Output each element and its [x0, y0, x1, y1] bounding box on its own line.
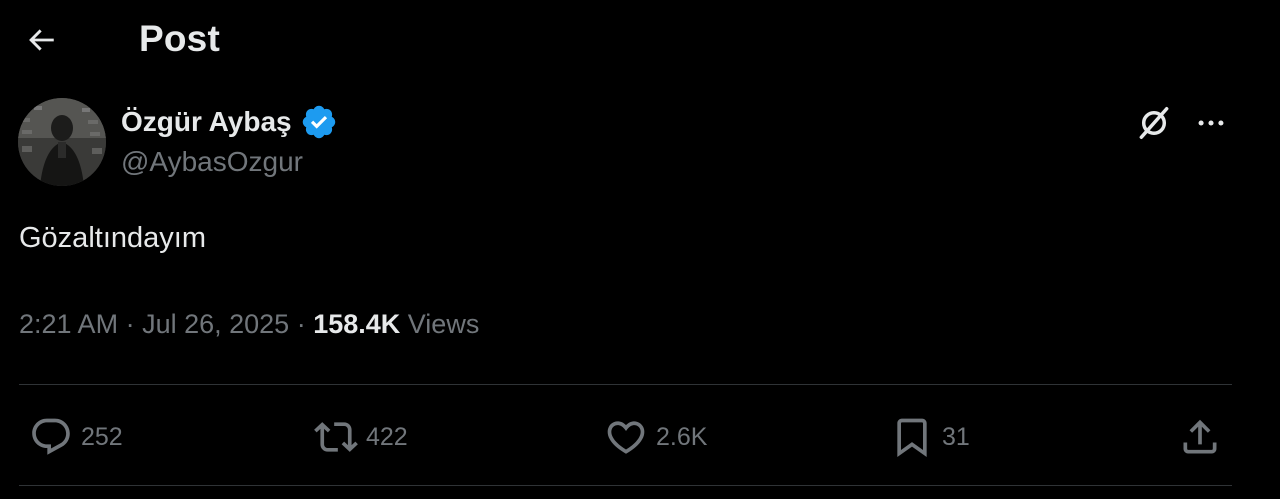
reply-count: 252 — [81, 422, 123, 451]
more-button[interactable] — [1190, 102, 1232, 144]
avatar[interactable] — [18, 98, 106, 186]
share-button[interactable] — [1178, 415, 1222, 459]
page-title: Post — [139, 18, 220, 59]
bookmark-button[interactable]: 31 — [890, 415, 970, 459]
repost-icon — [314, 422, 358, 452]
bookmark-count: 31 — [942, 422, 970, 451]
reply-icon — [32, 418, 70, 455]
post-page: Post Özgür Aybaş @AybasOzgur Gözaltınday… — [0, 0, 1280, 499]
action-bar: 252 422 2.6K 31 — [0, 405, 1280, 469]
author-name[interactable]: Özgür Aybaş — [121, 103, 338, 141]
divider — [19, 485, 1232, 486]
reply-button[interactable]: 252 — [29, 415, 123, 459]
grok-button[interactable] — [1133, 102, 1175, 144]
more-icon — [1198, 120, 1224, 126]
verified-badge-icon[interactable] — [300, 103, 338, 141]
repost-button[interactable]: 422 — [314, 415, 408, 459]
heart-icon — [607, 421, 645, 454]
header: Post — [0, 0, 1280, 80]
like-button[interactable]: 2.6K — [604, 415, 707, 459]
like-count: 2.6K — [656, 422, 708, 451]
tweet-time[interactable]: 2:21 AM — [19, 309, 118, 339]
repost-count: 422 — [366, 422, 408, 451]
divider — [19, 384, 1232, 385]
author-handle[interactable]: @AybasOzgur — [121, 146, 303, 178]
author-name-text: Özgür Aybaş — [121, 106, 292, 137]
tweet-text: Gözaltındayım — [19, 222, 206, 254]
back-arrow-icon — [29, 29, 54, 51]
avatar-image — [18, 98, 106, 186]
bookmark-icon — [897, 418, 927, 458]
tweet-date[interactable]: Jul 26, 2025 — [142, 309, 289, 339]
grok-icon — [1139, 107, 1169, 139]
tweet-meta: 2:21 AM · Jul 26, 2025 · 158.4K Views — [19, 309, 479, 340]
views-label: Views — [407, 309, 480, 339]
meta-separator: · — [118, 309, 143, 339]
back-button[interactable] — [20, 20, 62, 60]
share-icon — [1183, 419, 1217, 454]
meta-separator: · — [289, 309, 314, 339]
views-count: 158.4K — [313, 309, 401, 339]
